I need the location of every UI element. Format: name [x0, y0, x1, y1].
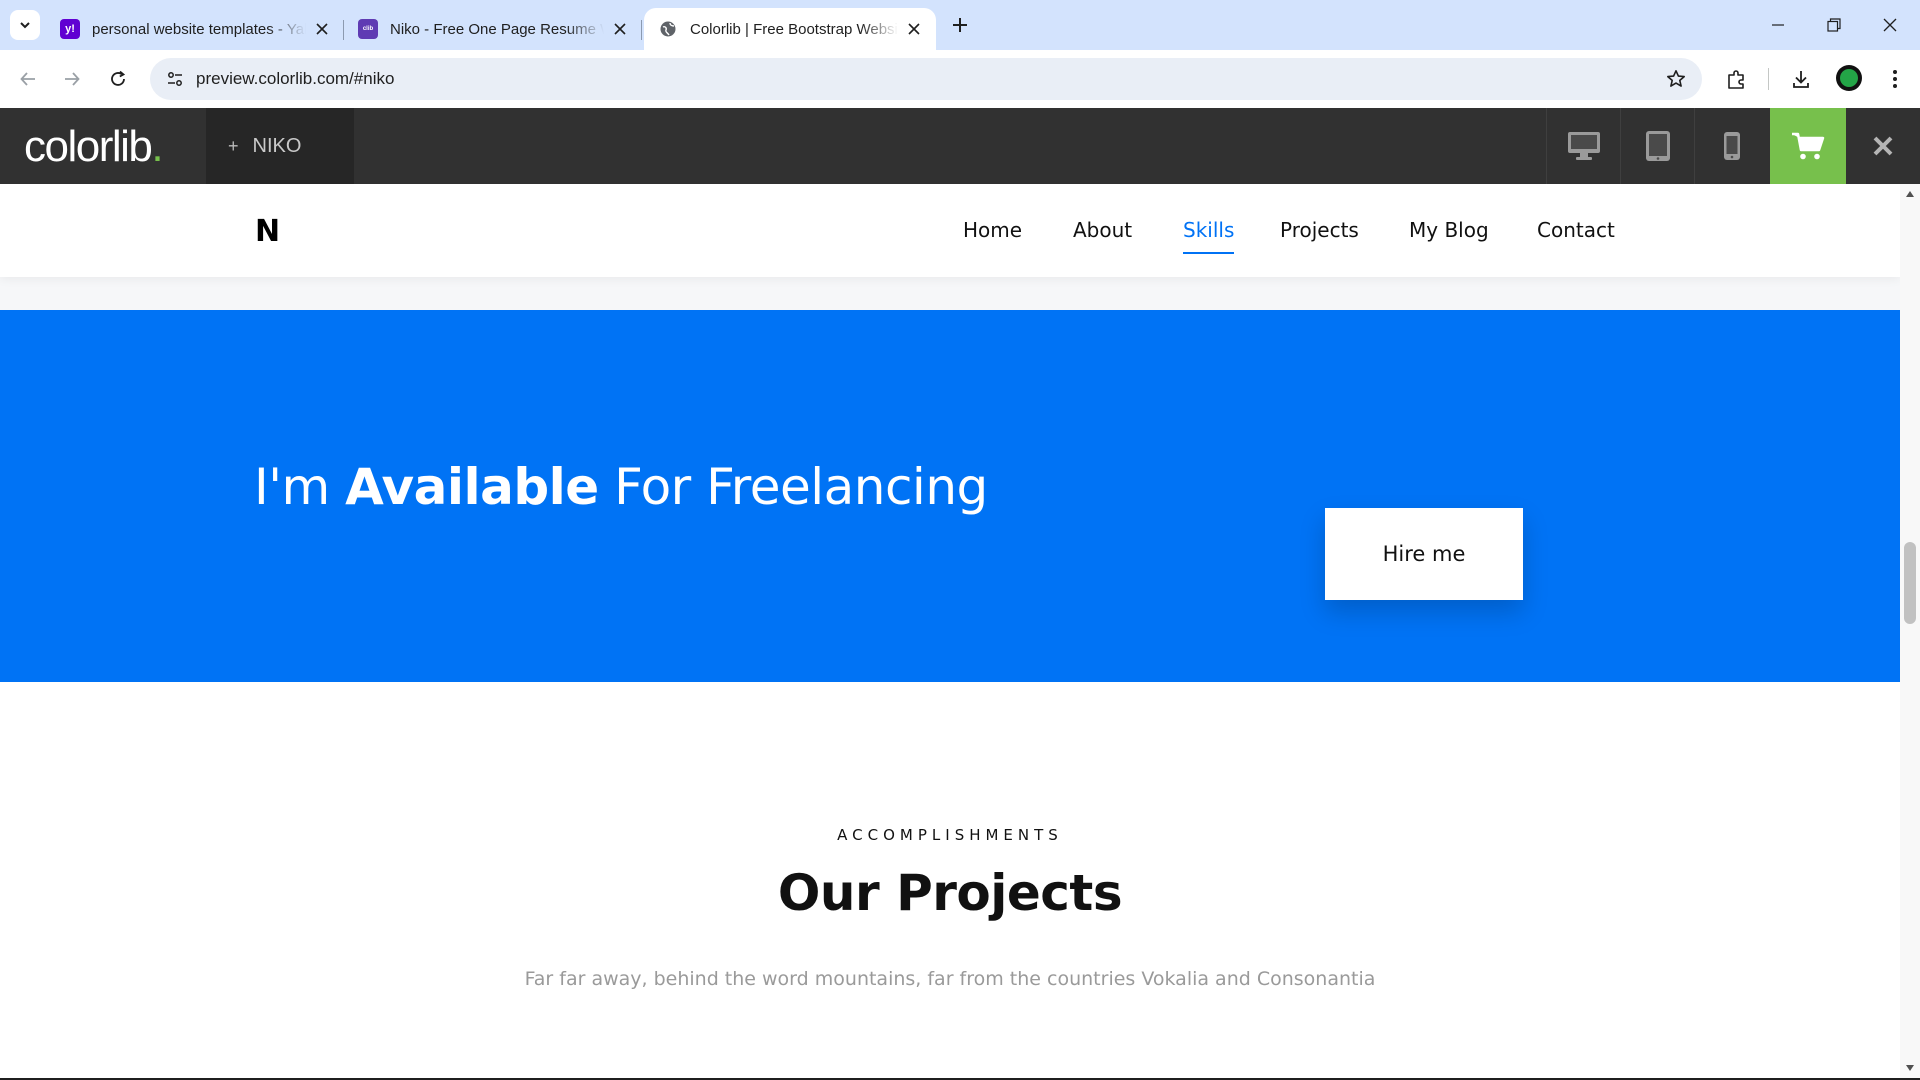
tab-title: Niko - Free One Page Resume Website Temp… — [390, 20, 604, 38]
tablet-icon — [1645, 131, 1670, 161]
tablet-view-button[interactable] — [1620, 108, 1694, 184]
tab-search-button[interactable] — [10, 10, 40, 40]
scroll-down-arrow[interactable] — [1904, 1062, 1916, 1074]
mobile-view-button[interactable] — [1694, 108, 1768, 184]
theme-selector[interactable]: + NIKO — [206, 108, 354, 184]
close-preview-button[interactable] — [1846, 108, 1920, 184]
star-icon — [1667, 70, 1685, 87]
plus-icon — [953, 18, 967, 32]
reload-icon — [111, 70, 126, 86]
hire-me-section: I'm Available For Freelancing — [0, 310, 1900, 682]
hire-heading-post: For Freelancing — [598, 458, 988, 516]
projects-subheading: ACCOMPLISHMENTS — [837, 826, 1063, 844]
menu-item-contact[interactable]: Contact — [1537, 218, 1615, 242]
site-navbar: N Home About Skills Projects My Blog Con… — [0, 184, 1900, 277]
triangle-down-icon — [1906, 1065, 1914, 1071]
hire-heading: I'm Available For Freelancing — [254, 458, 988, 516]
page-viewport: N Home About Skills Projects My Blog Con… — [0, 184, 1900, 1078]
browser-toolbar: preview.colorlib.com/#niko — [0, 50, 1920, 108]
site-info-button[interactable] — [160, 64, 190, 94]
buy-theme-button[interactable] — [1770, 108, 1846, 184]
menu-item-about[interactable]: About — [1073, 218, 1132, 242]
minimize-icon — [1772, 24, 1784, 26]
close-icon[interactable] — [610, 19, 630, 39]
puzzle-icon — [1728, 70, 1744, 89]
projects-description: Far far away, behind the word mountains,… — [524, 968, 1376, 990]
close-icon[interactable] — [904, 19, 924, 39]
chevron-down-icon — [20, 22, 30, 29]
menu-item-my-blog[interactable]: My Blog — [1409, 218, 1489, 242]
scroll-thumb[interactable] — [1904, 542, 1916, 624]
bookmark-button[interactable] — [1664, 67, 1688, 91]
extensions-button[interactable] — [1722, 64, 1752, 94]
desktop-icon — [1567, 132, 1600, 160]
menu-item-skills[interactable]: Skills — [1183, 218, 1235, 254]
avatar-icon — [1840, 69, 1858, 87]
tune-icon — [168, 72, 182, 86]
browser-tab-strip: y! personal website templates - Yahoo Se… — [0, 0, 1920, 50]
menu-item-home[interactable]: Home — [963, 218, 1022, 242]
plus-icon: + — [228, 135, 239, 156]
close-icon — [1873, 136, 1893, 156]
arrow-right-icon — [65, 72, 80, 86]
mobile-icon — [1723, 132, 1740, 160]
close-window-button[interactable] — [1862, 0, 1918, 50]
restore-button[interactable] — [1806, 0, 1862, 50]
theme-name: NIKO — [252, 134, 302, 157]
arrow-left-icon — [20, 72, 35, 86]
tab-title: personal website templates - Yahoo Searc… — [92, 20, 306, 38]
triangle-up-icon — [1906, 191, 1914, 197]
tab-title: Colorlib | Free Bootstrap Website Templa… — [690, 20, 898, 38]
hire-heading-bold: Available — [345, 458, 599, 516]
browser-menu-button[interactable] — [1880, 64, 1910, 94]
projects-section: ACCOMPLISHMENTS Our Projects Far far awa… — [0, 682, 1900, 1078]
cart-icon — [1792, 132, 1825, 160]
close-icon[interactable] — [312, 19, 332, 39]
browser-tab-3-active[interactable]: Colorlib | Free Bootstrap Website Templa… — [644, 8, 936, 50]
scroll-up-arrow[interactable] — [1904, 188, 1916, 200]
profile-avatar[interactable] — [1836, 65, 1862, 91]
projects-title: Our Projects — [777, 864, 1123, 922]
hire-heading-pre: I'm — [254, 458, 346, 516]
forward-button[interactable] — [56, 63, 88, 95]
kebab-menu-icon — [1893, 70, 1897, 88]
globe-icon — [658, 19, 678, 39]
close-icon — [1883, 18, 1897, 32]
url-text[interactable]: preview.colorlib.com/#niko — [196, 69, 394, 89]
browser-tab-1[interactable]: y! personal website templates - Yahoo Se… — [46, 8, 344, 50]
colorlib-preview-bar: colorlib. + NIKO — [0, 108, 1920, 184]
colorlib-logo-text: colorlib — [24, 122, 153, 171]
minimize-button[interactable] — [1750, 0, 1806, 50]
menu-item-projects[interactable]: Projects — [1280, 218, 1359, 242]
download-icon — [1793, 71, 1809, 88]
colorlib-icon: clib — [358, 19, 378, 39]
browser-tab-2[interactable]: clib Niko - Free One Page Resume Website… — [344, 8, 642, 50]
back-button[interactable] — [12, 63, 44, 95]
page-scrollbar[interactable] — [1900, 184, 1920, 1078]
new-tab-button[interactable] — [946, 11, 974, 39]
colorlib-logo[interactable]: colorlib. — [24, 122, 164, 172]
site-logo[interactable]: N — [255, 214, 280, 249]
colorlib-logo-dot: . — [151, 122, 163, 171]
toolbar-divider — [1768, 68, 1769, 90]
desktop-view-button[interactable] — [1546, 108, 1620, 184]
address-bar[interactable]: preview.colorlib.com/#niko — [150, 58, 1702, 100]
downloads-button[interactable] — [1786, 64, 1816, 94]
hire-me-button[interactable]: Hire me — [1325, 508, 1523, 600]
yahoo-icon: y! — [60, 19, 80, 39]
reload-button[interactable] — [102, 63, 134, 95]
restore-icon — [1827, 18, 1841, 32]
section-spacer — [0, 277, 1900, 310]
